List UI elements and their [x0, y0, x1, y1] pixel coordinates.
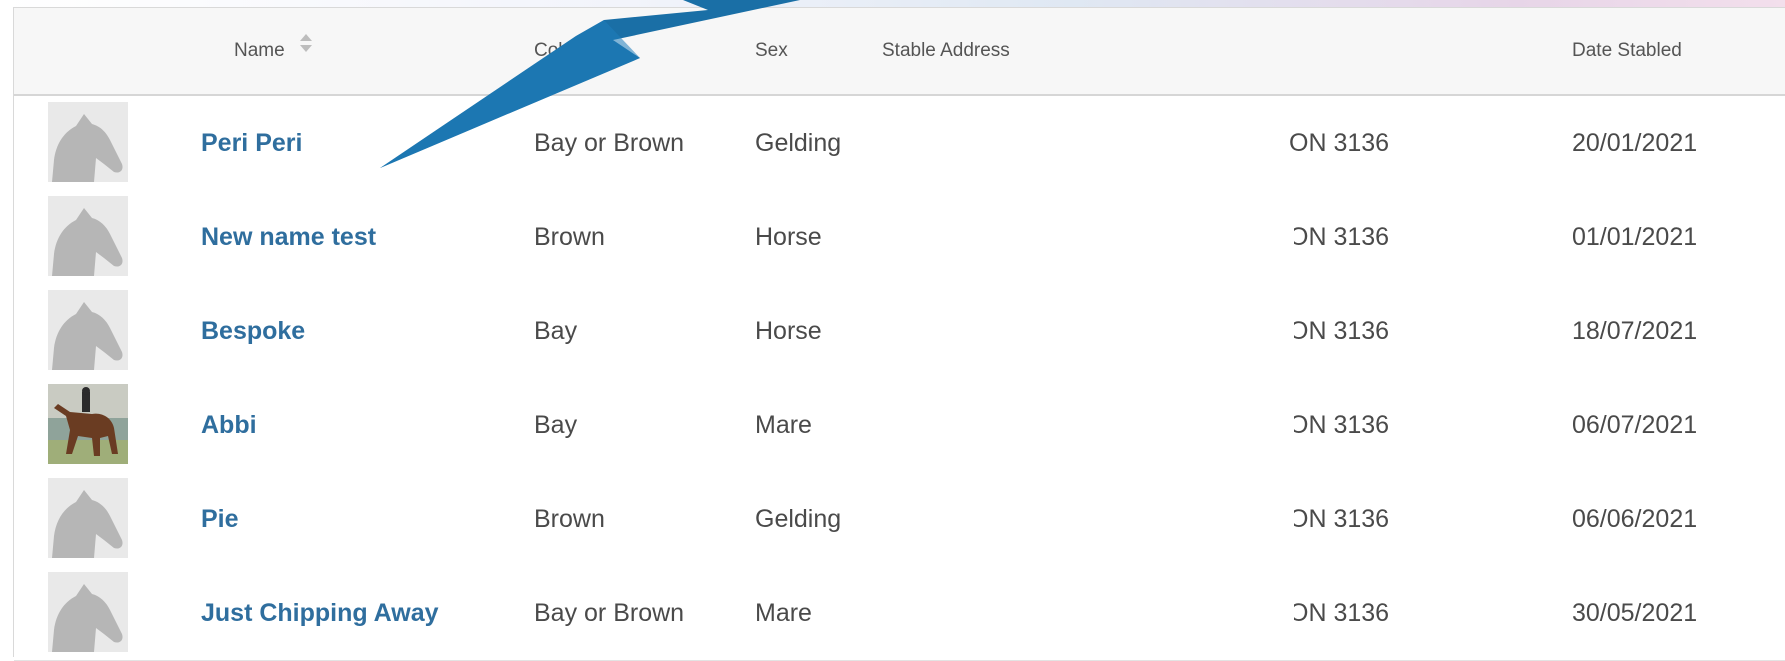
horse-name-link[interactable]: Pie — [201, 472, 239, 566]
colour-cell: Brown — [534, 223, 605, 251]
horse-thumbnail[interactable] — [48, 102, 128, 182]
colour-cell: Bay — [534, 317, 578, 345]
column-header-sex[interactable]: Sex — [755, 8, 788, 94]
sex-cell: Mare — [755, 411, 812, 439]
horse-silhouette-icon — [48, 478, 128, 558]
table-header: Name Colour Sex Stable Address Date Stab… — [14, 8, 1785, 96]
date-stabled-cell: 18/07/2021 — [1572, 317, 1698, 345]
column-header-colour[interactable]: Colour — [534, 8, 590, 94]
colour-cell: Brown — [534, 505, 605, 533]
sex-cell: Horse — [755, 223, 822, 251]
stable-address-cell: ON 3136 — [1289, 505, 1390, 533]
sex-cell: Gelding — [755, 505, 842, 533]
stable-address-cell: ON 3136 — [1289, 223, 1390, 251]
column-header-name[interactable]: Name — [234, 8, 314, 94]
stable-address-cell: ON 3136 — [1289, 317, 1390, 345]
date-stabled-cell: 20/01/2021 — [1572, 129, 1698, 157]
sex-cell: Horse — [755, 317, 822, 345]
horse-name-link[interactable]: Peri Peri — [201, 96, 302, 190]
horse-name-link[interactable]: New name test — [201, 190, 376, 284]
stable-address-cell: ON 3136 — [1289, 129, 1390, 157]
date-stabled-cell: 06/07/2021 — [1572, 411, 1698, 439]
horse-thumbnail[interactable] — [48, 478, 128, 558]
colour-cell: Bay — [534, 411, 578, 439]
colour-cell: Bay or Brown — [534, 129, 685, 157]
horse-photo — [48, 384, 128, 464]
horse-silhouette-icon — [48, 572, 128, 652]
sort-icon[interactable] — [298, 6, 314, 92]
horse-thumbnail[interactable] — [48, 572, 128, 652]
horse-silhouette-icon — [48, 290, 128, 370]
horse-name-link[interactable]: Just Chipping Away — [201, 566, 439, 660]
horse-name-link[interactable]: Bespoke — [201, 284, 305, 378]
horse-silhouette-icon — [48, 196, 128, 276]
column-header-stable-address[interactable]: Stable Address — [882, 8, 1010, 94]
horse-thumbnail[interactable] — [48, 196, 128, 276]
date-stabled-cell: 30/05/2021 — [1572, 599, 1698, 627]
stable-address-cell: ON 3136 — [1289, 411, 1390, 439]
date-stabled-cell: 01/01/2021 — [1572, 223, 1698, 251]
sex-cell: Mare — [755, 599, 812, 627]
stable-address-cell: ON 3136 — [1289, 599, 1390, 627]
horse-thumbnail[interactable] — [48, 290, 128, 370]
redacted-address-area — [868, 160, 1294, 656]
sex-cell: Gelding — [755, 129, 842, 157]
horse-silhouette-icon — [48, 102, 128, 182]
column-header-date-stabled[interactable]: Date Stabled — [1572, 8, 1682, 94]
date-stabled-cell: 06/06/2021 — [1572, 505, 1698, 533]
horse-name-link[interactable]: Abbi — [201, 378, 257, 472]
horse-thumbnail[interactable] — [48, 384, 128, 464]
colour-cell: Bay or Brown — [534, 599, 685, 627]
